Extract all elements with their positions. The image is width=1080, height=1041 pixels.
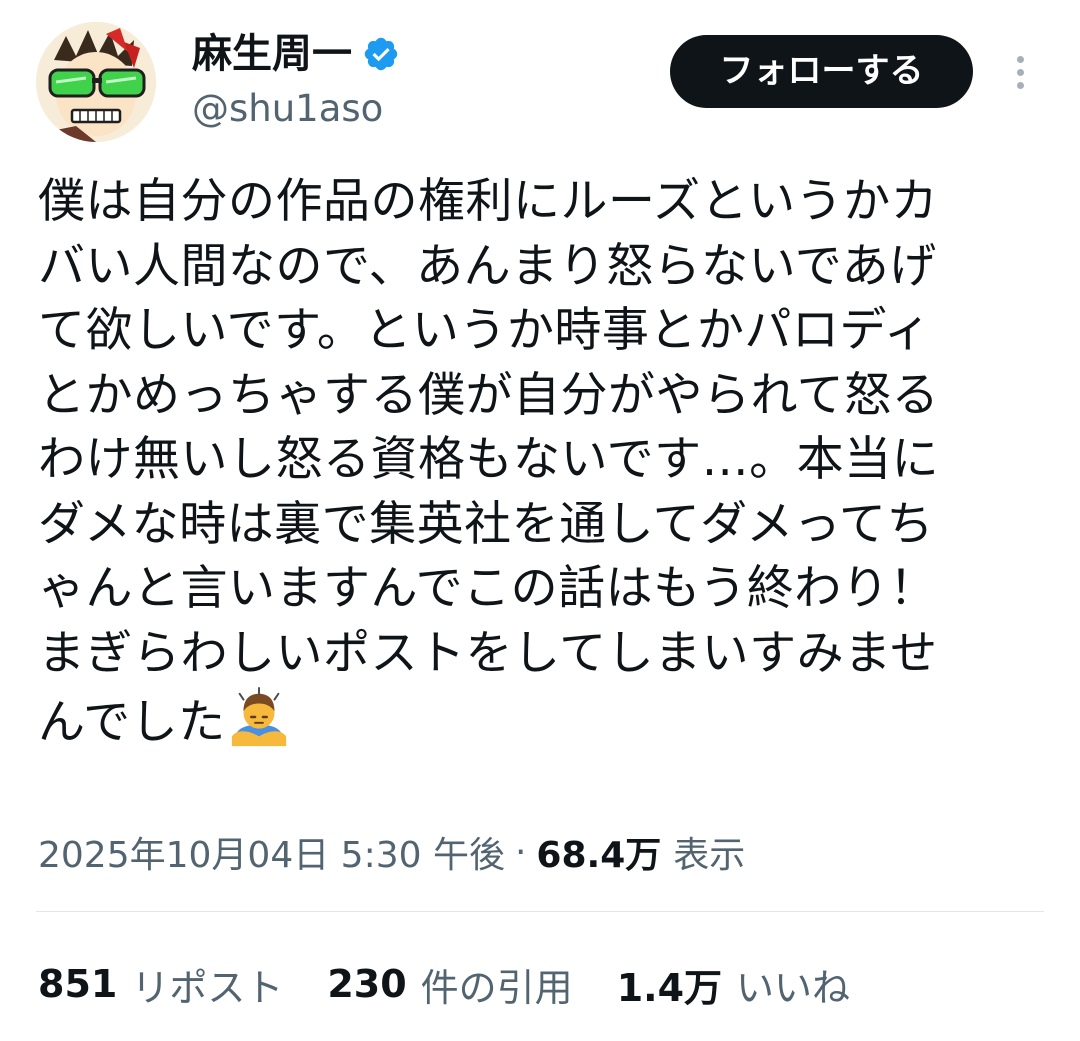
more-vertical-icon[interactable] xyxy=(1002,48,1038,96)
author-handle[interactable]: @shu1aso xyxy=(192,86,383,132)
tweet-text-line: まぎらわしいポストをしてしまいすみませ xyxy=(38,625,938,681)
divider xyxy=(36,911,1044,912)
tweet-text-line: ダメな時は裏で集英社を通してダメってち xyxy=(38,496,934,552)
likes-stat[interactable]: 1.4万 いいね xyxy=(617,957,850,1012)
tweet-text-line: とかめっちゃする僕が自分がやられて怒る xyxy=(38,367,940,423)
more-dot xyxy=(1016,55,1024,63)
likes-count: 1.4万 xyxy=(616,965,723,1010)
avatar[interactable] xyxy=(36,22,156,142)
tweet-text-line: んでした xyxy=(38,695,226,750)
verified-badge-icon xyxy=(364,37,398,71)
reposts-count: 851 xyxy=(38,962,118,1006)
tweet-text-line: バい人間なので、あんまり怒らないであげ xyxy=(38,238,937,294)
meta-separator: · xyxy=(514,831,527,873)
quotes-stat[interactable]: 230 件の引用 xyxy=(327,957,572,1012)
avatar-illustration xyxy=(36,22,156,142)
views-label: 表示 xyxy=(673,835,746,876)
quotes-label: 件の引用 xyxy=(420,965,573,1010)
tweet-header: 麻生周一 @shu1aso フォローする xyxy=(0,0,1080,150)
likes-label: いいね xyxy=(736,965,851,1010)
person-bowing-emoji-icon xyxy=(231,686,286,747)
reposts-label: リポスト xyxy=(131,965,284,1010)
tweet-text-line: わけ無いし怒る資格もないです…。本当に xyxy=(38,432,940,487)
tweet-timestamp[interactable]: 2025年10月04日 5:30 午後 xyxy=(38,826,505,878)
tweet-text-line: 僕は自分の作品の権利にルーズというかカ xyxy=(38,174,939,229)
author-display-name[interactable]: 麻生周一 xyxy=(192,30,352,78)
more-dot xyxy=(1016,81,1024,89)
follow-button[interactable]: フォローする xyxy=(670,35,973,108)
engagement-stats: 851 リポスト 230 件の引用 1.4万 いいね xyxy=(38,958,894,1010)
author-name-row: 麻生周一 xyxy=(192,30,400,78)
views-count: 68.4万 xyxy=(536,835,662,876)
quotes-count: 230 xyxy=(327,962,407,1006)
tweet-text-last-line: んでした xyxy=(38,686,1038,756)
tweet-text-line: ゃんと言いますんでこの話はもう終わり！ xyxy=(38,561,937,616)
tweet-text: 僕は自分の作品の権利にルーズというかカ バい人間なので、あんまり怒らないであげ … xyxy=(38,170,1038,756)
tweet-meta: 2025年10月04日 5:30 午後 · 68.4万 表示 xyxy=(38,826,745,878)
tweet-text-line: て欲しいです。というか時事とかパロディ xyxy=(38,303,932,358)
more-dot xyxy=(1016,68,1024,76)
reposts-stat[interactable]: 851 リポスト xyxy=(38,957,283,1012)
